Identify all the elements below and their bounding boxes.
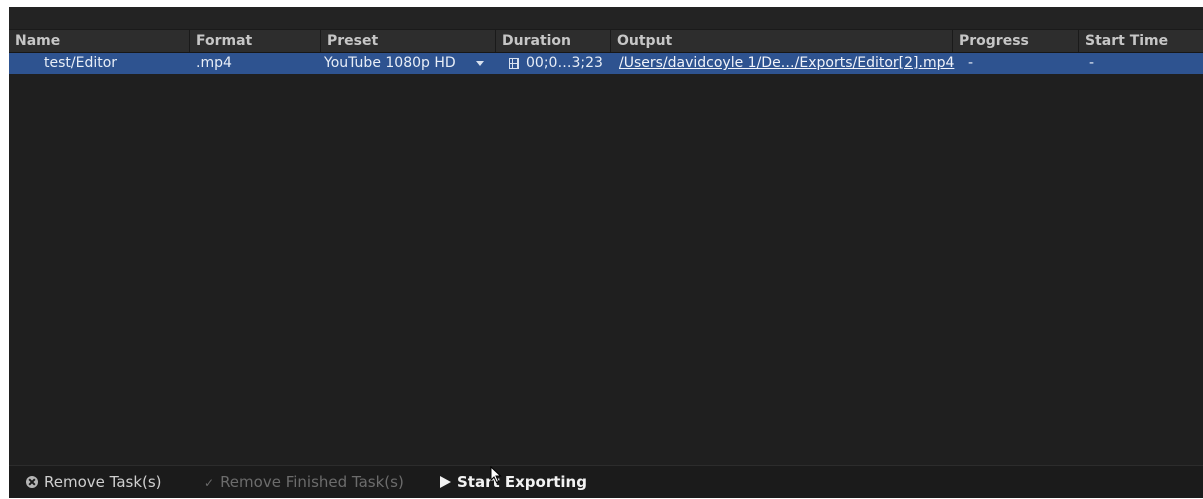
row-duration: 00;0…3;23: [526, 55, 603, 71]
row-name: test/Editor: [44, 55, 118, 71]
column-header-output[interactable]: Output: [611, 30, 953, 52]
table-row[interactable]: test/Editor .mp4 YouTube 1080p HD 00;0…3…: [9, 53, 1203, 74]
column-header-duration[interactable]: Duration: [496, 30, 611, 52]
row-output-link[interactable]: /Users/davidcoyle 1/De…/Exports/Editor[2…: [619, 53, 955, 74]
remove-icon: [26, 475, 38, 488]
start-exporting-label: Start Exporting: [457, 473, 587, 491]
table-header: Name Format Preset Duration Output Progr…: [9, 30, 1203, 53]
check-icon: ✓: [204, 475, 215, 490]
row-start-time: -: [1089, 55, 1095, 71]
panel-top-bar: [9, 7, 1203, 30]
film-icon: [509, 58, 519, 69]
column-header-preset[interactable]: Preset: [321, 30, 496, 52]
footer-toolbar: Remove Task(s) ✓ Remove Finished Task(s) …: [9, 465, 1203, 498]
remove-finished-label: Remove Finished Task(s): [220, 473, 404, 491]
column-header-format[interactable]: Format: [190, 30, 321, 52]
row-preset[interactable]: YouTube 1080p HD: [324, 53, 469, 74]
row-format[interactable]: .mp4: [196, 53, 316, 74]
render-queue-panel: Name Format Preset Duration Output Progr…: [9, 7, 1203, 498]
column-header-progress[interactable]: Progress: [953, 30, 1079, 52]
row-progress: -: [968, 55, 974, 71]
play-icon: [440, 475, 451, 488]
dropdown-arrow-icon[interactable]: [476, 61, 484, 66]
remove-tasks-label: Remove Task(s): [44, 473, 162, 491]
remove-finished-tasks-button[interactable]: ✓ Remove Finished Task(s): [204, 466, 404, 498]
cursor-icon: [490, 466, 502, 484]
start-exporting-button[interactable]: Start Exporting: [440, 466, 587, 498]
column-header-name[interactable]: Name: [9, 30, 190, 52]
column-header-start-time[interactable]: Start Time: [1079, 30, 1195, 52]
remove-tasks-button[interactable]: Remove Task(s): [26, 466, 162, 498]
